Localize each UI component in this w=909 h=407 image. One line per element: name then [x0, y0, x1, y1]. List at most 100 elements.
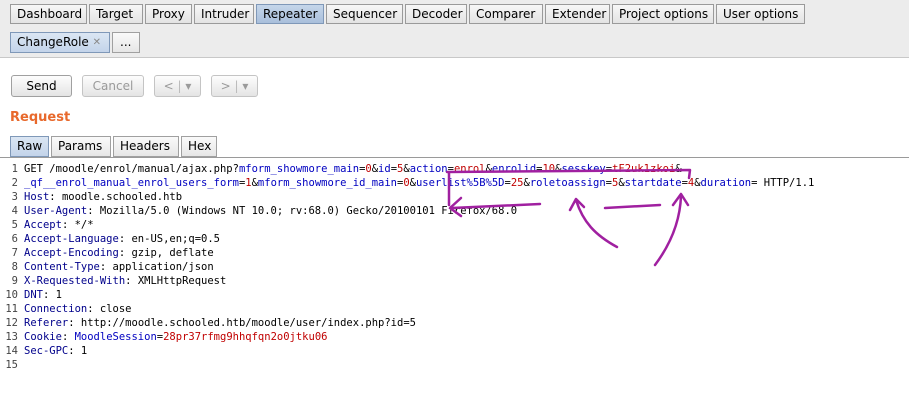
param-name: roletoassign — [529, 177, 606, 189]
tab-target[interactable]: Target — [89, 4, 143, 24]
header-line: Host: moodle.schooled.htb — [24, 191, 183, 203]
header-name: Referer — [24, 317, 69, 329]
tab-headers[interactable]: Headers — [113, 136, 179, 157]
param-name: mform_showmore_id_main — [257, 177, 397, 189]
cookie-name: MoodleSession — [74, 331, 157, 343]
cookie-value: 28pr37rfmg9hhqfqn2o0jtku06 — [163, 331, 328, 343]
previous-request-button[interactable]: < | ▾ — [154, 75, 201, 97]
header-name: Accept-Encoding — [24, 247, 119, 259]
param-name: userlist%5B%5D — [415, 177, 505, 189]
header-name: Connection — [24, 303, 88, 315]
line-number: 5 — [11, 219, 18, 231]
header-value: Mozilla/5.0 (Windows NT 10.0; rv:68.0) G… — [99, 205, 518, 217]
line-number: 9 — [11, 275, 18, 287]
send-button[interactable]: Send — [11, 75, 72, 97]
line-number: 2 — [11, 177, 18, 189]
param-name: enrolid — [491, 163, 537, 175]
tab-proxy[interactable]: Proxy — [145, 4, 192, 24]
line-number: 11 — [5, 303, 18, 315]
header-value: moodle.schooled.htb — [61, 191, 183, 203]
section-title: Request — [10, 110, 71, 125]
header-value: 1 — [55, 289, 62, 301]
header-line: Accept-Encoding: gzip, deflate — [24, 247, 214, 259]
param-name: action — [409, 163, 448, 175]
new-tab-button[interactable]: ... — [112, 32, 140, 53]
header-name: Host — [24, 191, 50, 203]
tab-raw[interactable]: Raw — [10, 136, 49, 157]
header-value: gzip, deflate — [131, 247, 214, 259]
header-line: X-Requested-With: XMLHttpRequest — [24, 275, 227, 287]
tab-extender[interactable]: Extender — [545, 4, 610, 24]
header-line: Accept-Language: en-US,en;q=0.5 — [24, 233, 220, 245]
param-name: sesskey — [561, 163, 606, 175]
header-value: close — [99, 303, 132, 315]
param-value: 5 — [612, 177, 619, 189]
param-value: 0 — [365, 163, 372, 175]
tab-decoder[interactable]: Decoder — [405, 4, 467, 24]
header-value: application/json — [112, 261, 214, 273]
tab-sequencer[interactable]: Sequencer — [326, 4, 403, 24]
header-value: http://moodle.schooled.htb/moodle/user/i… — [80, 317, 416, 329]
close-icon[interactable]: ✕ — [93, 33, 101, 52]
header-name: X-Requested-With — [24, 275, 126, 287]
line-number: 6 — [11, 233, 18, 245]
param-value: tF2uk1zkoi — [612, 163, 676, 175]
param-value: 4 — [687, 177, 695, 189]
tab-changerole[interactable]: ChangeRole ✕ — [10, 32, 110, 53]
tab-project-options[interactable]: Project options — [612, 4, 714, 24]
repeater-tab-bar: ChangeRole ✕ ... — [0, 27, 909, 58]
header-line: Connection: close — [24, 303, 132, 315]
line-number: 12 — [5, 317, 18, 329]
param-name: _qf__enrol_manual_enrol_users_form — [24, 177, 239, 189]
chevron-down-icon: ▾ — [242, 79, 249, 93]
param-name: mform_showmore_main — [238, 163, 360, 175]
tab-comparer[interactable]: Comparer — [469, 4, 543, 24]
line-number-gutter: 1 2 3 4 5 6 7 8 9 10 11 12 13 14 15 — [0, 162, 18, 372]
cancel-button[interactable]: Cancel — [82, 75, 144, 97]
tab-repeater[interactable]: Repeater — [256, 4, 324, 24]
request-text[interactable]: GET /moodle/enrol/manual/ajax.php?mform_… — [24, 162, 814, 372]
param-value: 25 — [510, 177, 524, 189]
http-method: GET — [24, 163, 43, 175]
param-value: 1 — [245, 177, 252, 189]
tab-dashboard[interactable]: Dashboard — [10, 4, 87, 24]
tab-changerole-label: ChangeRole — [17, 35, 89, 49]
tab-hex[interactable]: Hex — [181, 136, 217, 157]
header-name: DNT — [24, 289, 43, 301]
line-number: 3 — [11, 191, 18, 203]
line-number: 15 — [5, 359, 18, 371]
header-line: Accept: */* — [24, 219, 94, 231]
header-line: Content-Type: application/json — [24, 261, 214, 273]
chevron-down-icon: ▾ — [185, 79, 192, 93]
header-name: User-Agent — [24, 205, 88, 217]
header-value: */* — [74, 219, 94, 231]
cookie-line: Cookie: MoodleSession=28pr37rfmg9hhqfqn2… — [24, 331, 328, 343]
request-path: /moodle/enrol/manual/ajax.php? — [49, 163, 239, 175]
header-line: Sec-GPC: 1 — [24, 345, 88, 357]
header-value: en-US,en;q=0.5 — [131, 233, 220, 245]
line-number: 4 — [11, 205, 18, 217]
tab-user-options[interactable]: User options — [716, 4, 805, 24]
header-name: Cookie — [24, 331, 62, 343]
header-name: Accept-Language — [24, 233, 119, 245]
header-line: Referer: http://moodle.schooled.htb/mood… — [24, 317, 416, 329]
next-request-button[interactable]: > | ▾ — [211, 75, 258, 97]
header-name: Accept — [24, 219, 62, 231]
request-editor[interactable]: 1 2 3 4 5 6 7 8 9 10 11 12 13 14 15 GET … — [0, 157, 909, 407]
line-number: 1 — [11, 163, 18, 175]
line-number: 14 — [5, 345, 18, 357]
header-value: 1 — [80, 345, 88, 357]
header-name: Content-Type — [24, 261, 100, 273]
tab-intruder[interactable]: Intruder — [194, 4, 254, 24]
header-name: Sec-GPC — [24, 345, 69, 357]
empty-line — [24, 358, 814, 372]
request-line: GET /moodle/enrol/manual/ajax.php?mform_… — [24, 163, 682, 175]
param-value: 10 — [542, 163, 556, 175]
param-name: id — [378, 163, 391, 175]
request-line-continued: _qf__enrol_manual_enrol_users_form=1&mfo… — [24, 177, 815, 189]
chevron-left-icon: < — [163, 79, 174, 93]
tool-tab-bar: Dashboard Target Proxy Intruder Repeater… — [0, 0, 909, 27]
tab-params[interactable]: Params — [51, 136, 111, 157]
line-number: 8 — [11, 261, 18, 273]
header-line: DNT: 1 — [24, 289, 62, 301]
